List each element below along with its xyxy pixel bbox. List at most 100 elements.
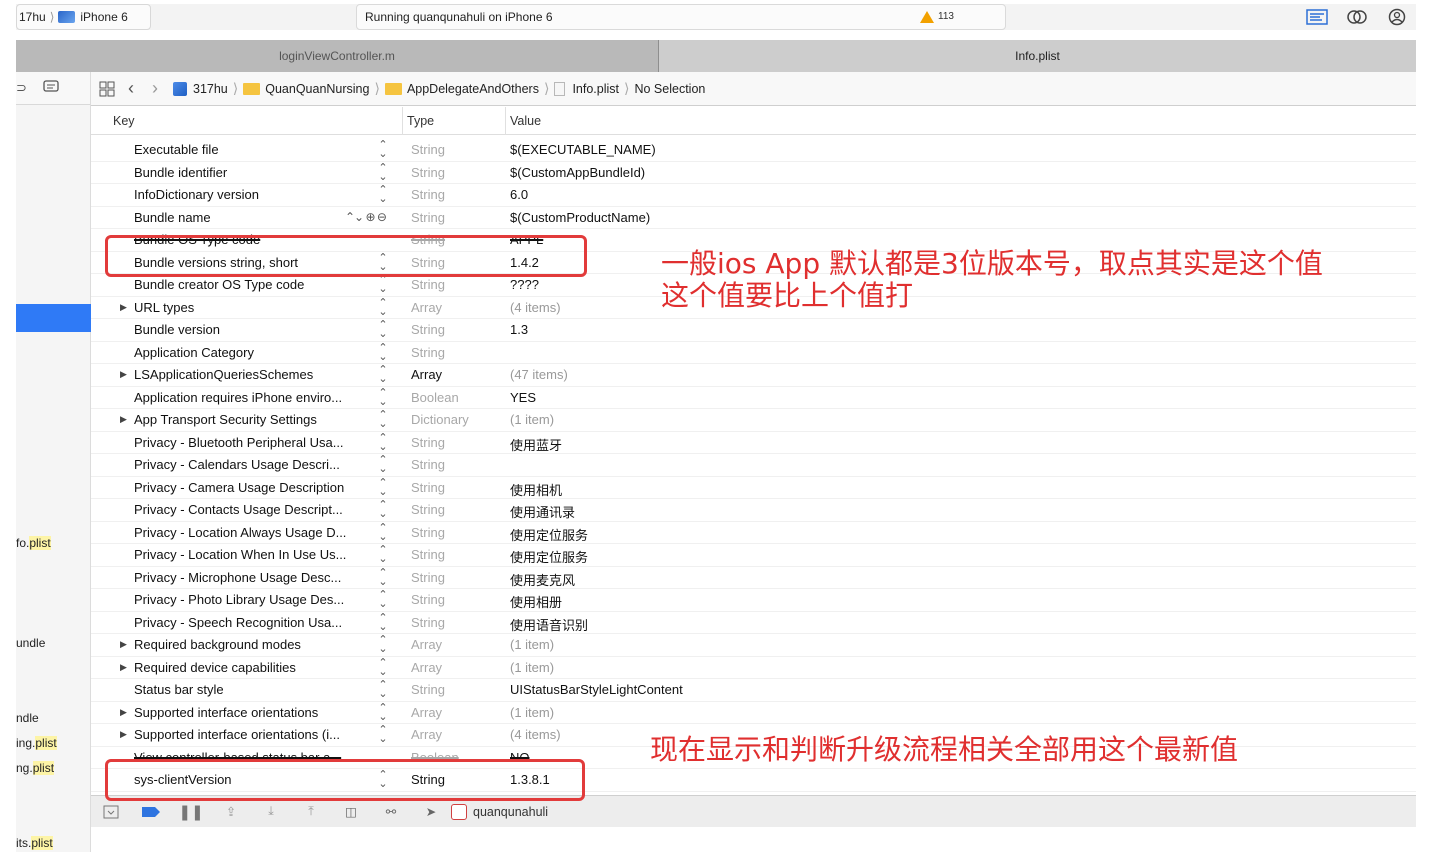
table-row[interactable]: Application Category ⌃ ⌄ String	[91, 342, 1416, 364]
table-row[interactable]: Privacy - Location Always Usage D... ⌃ ⌄ St…	[91, 522, 1416, 544]
type-stepper-icon: ⌃ ⌄	[378, 454, 388, 475]
navigator-file[interactable]: its.plist	[16, 836, 53, 850]
breadcrumb-subgroup[interactable]: AppDelegateAndOthers	[384, 82, 539, 96]
step-into-icon[interactable]: ⤓	[251, 804, 291, 819]
type-stepper-icon: ⌃ ⌄	[378, 139, 388, 160]
back-icon[interactable]: ⊃	[16, 80, 27, 96]
assistant-editor-icon[interactable]	[1341, 6, 1373, 28]
warning-icon	[920, 11, 934, 23]
column-header-type[interactable]: Type	[407, 114, 434, 128]
table-row[interactable]: Privacy - Location When In Use Us... ⌃ ⌄ St…	[91, 544, 1416, 567]
annotation-text-top-line2: 这个值要比上个值打	[661, 279, 914, 312]
chevron-right-icon[interactable]: ›	[143, 78, 167, 99]
location-icon[interactable]: ➤	[411, 804, 451, 819]
navigator-bar: ⊃	[16, 72, 90, 105]
scheme-selector[interactable]: 17hu ⟩ iPhone 6	[16, 4, 151, 30]
table-row[interactable]: Bundle identifier ⌃ ⌄ String $(CustomAppBund…	[91, 161, 1416, 184]
table-row[interactable]: ▶ App Transport Security Settings ⌃ ⌄ Dictio…	[91, 409, 1416, 432]
breadcrumb-separator: ⟩	[232, 80, 239, 96]
related-items-icon[interactable]	[95, 81, 119, 97]
breadcrumb-separator: ⟩	[374, 80, 380, 96]
scheme-device-label: iPhone 6	[80, 10, 128, 24]
type-stepper-icon: ⌃ ⌄	[378, 431, 388, 453]
table-row[interactable]: Application requires iPhone enviro... ⌃ ⌄ B…	[91, 387, 1416, 409]
type-stepper-icon: ⌃ ⌄	[378, 611, 388, 633]
type-stepper-icon: ⌃ ⌄	[378, 656, 388, 678]
navigator-file[interactable]: ng.plist	[16, 761, 55, 775]
hide-debug-area-icon[interactable]	[91, 805, 131, 819]
activity-status: Running quanqunahuli on iPhone 6	[365, 10, 553, 24]
type-stepper-icon: ⌃ ⌄	[378, 566, 388, 588]
pause-icon[interactable]: ❚❚	[171, 803, 211, 821]
activity-viewer: Running quanqunahuli on iPhone 6 113	[356, 4, 1006, 30]
tab-loginviewcontroller[interactable]: loginViewController.m	[16, 40, 659, 72]
column-header-key[interactable]: Key	[113, 114, 135, 128]
breadcrumb-separator: ⟩	[543, 80, 550, 96]
annotation-box-client-version	[105, 759, 585, 801]
view-debugger-icon[interactable]: ◫	[331, 804, 371, 819]
table-row[interactable]: InfoDictionary version ⌃ ⌄ String 6.0	[91, 184, 1416, 207]
breadcrumb-selection[interactable]: No Selection	[634, 82, 705, 96]
debug-target-label[interactable]: quanqunahuli	[473, 805, 548, 819]
step-over-icon[interactable]: ⇪	[211, 804, 251, 819]
jump-bar: ‹ › 317hu ⟩ QuanQuanNursing ⟩ AppDelegat…	[91, 72, 1416, 106]
app-target-icon	[451, 803, 467, 820]
breadcrumb-file[interactable]: Info.plist	[554, 81, 619, 96]
disclosure-triangle-icon: ▶	[120, 706, 127, 717]
column-header-value[interactable]: Value	[510, 114, 541, 128]
table-row[interactable]: Privacy - Speech Recognition Usa... ⌃ ⌄ Str…	[91, 611, 1416, 634]
table-row[interactable]: Bundle name ⌃⌄ ⊕ ⊖ String $(CustomProductNa…	[91, 207, 1416, 229]
project-icon	[173, 81, 187, 96]
table-row[interactable]: Privacy - Contacts Usage Descript... ⌃ ⌄ St…	[91, 499, 1416, 522]
type-stepper-icon: ⌃ ⌄	[378, 634, 388, 655]
folder-icon	[243, 82, 261, 95]
breakpoints-icon[interactable]	[131, 806, 171, 818]
type-stepper-icon: ⌃ ⌄	[378, 679, 388, 700]
table-row[interactable]: Privacy - Microphone Usage Desc... ⌃ ⌄ Stri…	[91, 566, 1416, 589]
navigator-file[interactable]: undle	[16, 636, 45, 650]
navigator-file[interactable]: ndle	[16, 711, 39, 725]
type-stepper-icon: ⌃ ⌄	[378, 364, 388, 385]
device-icon	[58, 11, 76, 23]
table-row[interactable]: ▶ LSApplicationQueriesSchemes ⌃ ⌄ Array (47 i…	[91, 364, 1416, 387]
navigator-file[interactable]: fo.plist	[16, 536, 51, 550]
table-row[interactable]: Bundle version ⌃ ⌄ String 1.3	[91, 319, 1416, 342]
disclosure-triangle-icon: ▶	[120, 414, 127, 424]
editor-tab-bar: loginViewController.m Info.plist	[16, 40, 1416, 72]
disclosure-triangle-icon: ▶	[120, 639, 127, 649]
table-row[interactable]: ▶ Required device capabilities ⌃ ⌄ Array (1 i…	[91, 656, 1416, 679]
type-stepper-icon: ⌃ ⌄	[378, 701, 388, 723]
editor-mode-controls	[1301, 4, 1416, 30]
type-stepper-icon: ⌃ ⌄	[378, 409, 388, 430]
warning-indicator[interactable]: 113	[920, 5, 954, 29]
type-stepper-icon: ⌃ ⌄	[378, 274, 388, 295]
table-row[interactable]: Privacy - Calendars Usage Descri... ⌃ ⌄ Str…	[91, 454, 1416, 477]
type-stepper-icon: ⌃ ⌄	[378, 161, 388, 183]
breadcrumb-group[interactable]: QuanQuanNursing	[243, 82, 369, 96]
step-out-icon[interactable]: ⤒	[291, 804, 331, 819]
disclosure-triangle-icon: ▶	[120, 369, 127, 379]
breadcrumb-project[interactable]: 317hu	[173, 81, 228, 96]
table-row[interactable]: Privacy - Bluetooth Peripheral Usa... ⌃ ⌄ S…	[91, 431, 1416, 454]
plist-file-icon	[554, 81, 566, 96]
navigator-selected-row[interactable]	[16, 304, 91, 332]
annotation-box-version-short	[105, 235, 587, 277]
disclosure-triangle-icon: ▶	[120, 301, 127, 312]
table-row[interactable]: ▶ Required background modes ⌃ ⌄ Array (1 item…	[91, 634, 1416, 657]
navigator-file[interactable]: ing.plist	[16, 736, 57, 750]
issue-icon[interactable]	[43, 79, 59, 97]
table-row[interactable]: ▶ Supported interface orientations ⌃ ⌄ Array…	[91, 701, 1416, 724]
version-editor-icon[interactable]	[1381, 6, 1413, 28]
type-stepper-icon: ⌃ ⌄	[378, 544, 388, 565]
annotation-text-top-line1: 一般ios App 默认都是3位版本号，取点其实是这个值	[661, 247, 1323, 280]
table-row[interactable]: Privacy - Photo Library Usage Des... ⌃ ⌄ St…	[91, 589, 1416, 612]
table-row[interactable]: Executable file ⌃ ⌄ String $(EXECUTABLE_NAME…	[91, 139, 1416, 162]
standard-editor-icon[interactable]	[1301, 6, 1333, 28]
tab-info-plist[interactable]: Info.plist	[659, 40, 1416, 72]
type-stepper-icon: ⌃ ⌄	[378, 724, 388, 745]
chevron-left-icon[interactable]: ‹	[119, 78, 143, 99]
type-stepper-icon: ⌃ ⌄	[378, 296, 388, 318]
table-row[interactable]: Status bar style ⌃ ⌄ String UIStatusBarStyle…	[91, 679, 1416, 702]
memory-graph-icon[interactable]: ⚯	[371, 804, 411, 819]
table-row[interactable]: Privacy - Camera Usage Description ⌃ ⌄ Stri…	[91, 477, 1416, 499]
